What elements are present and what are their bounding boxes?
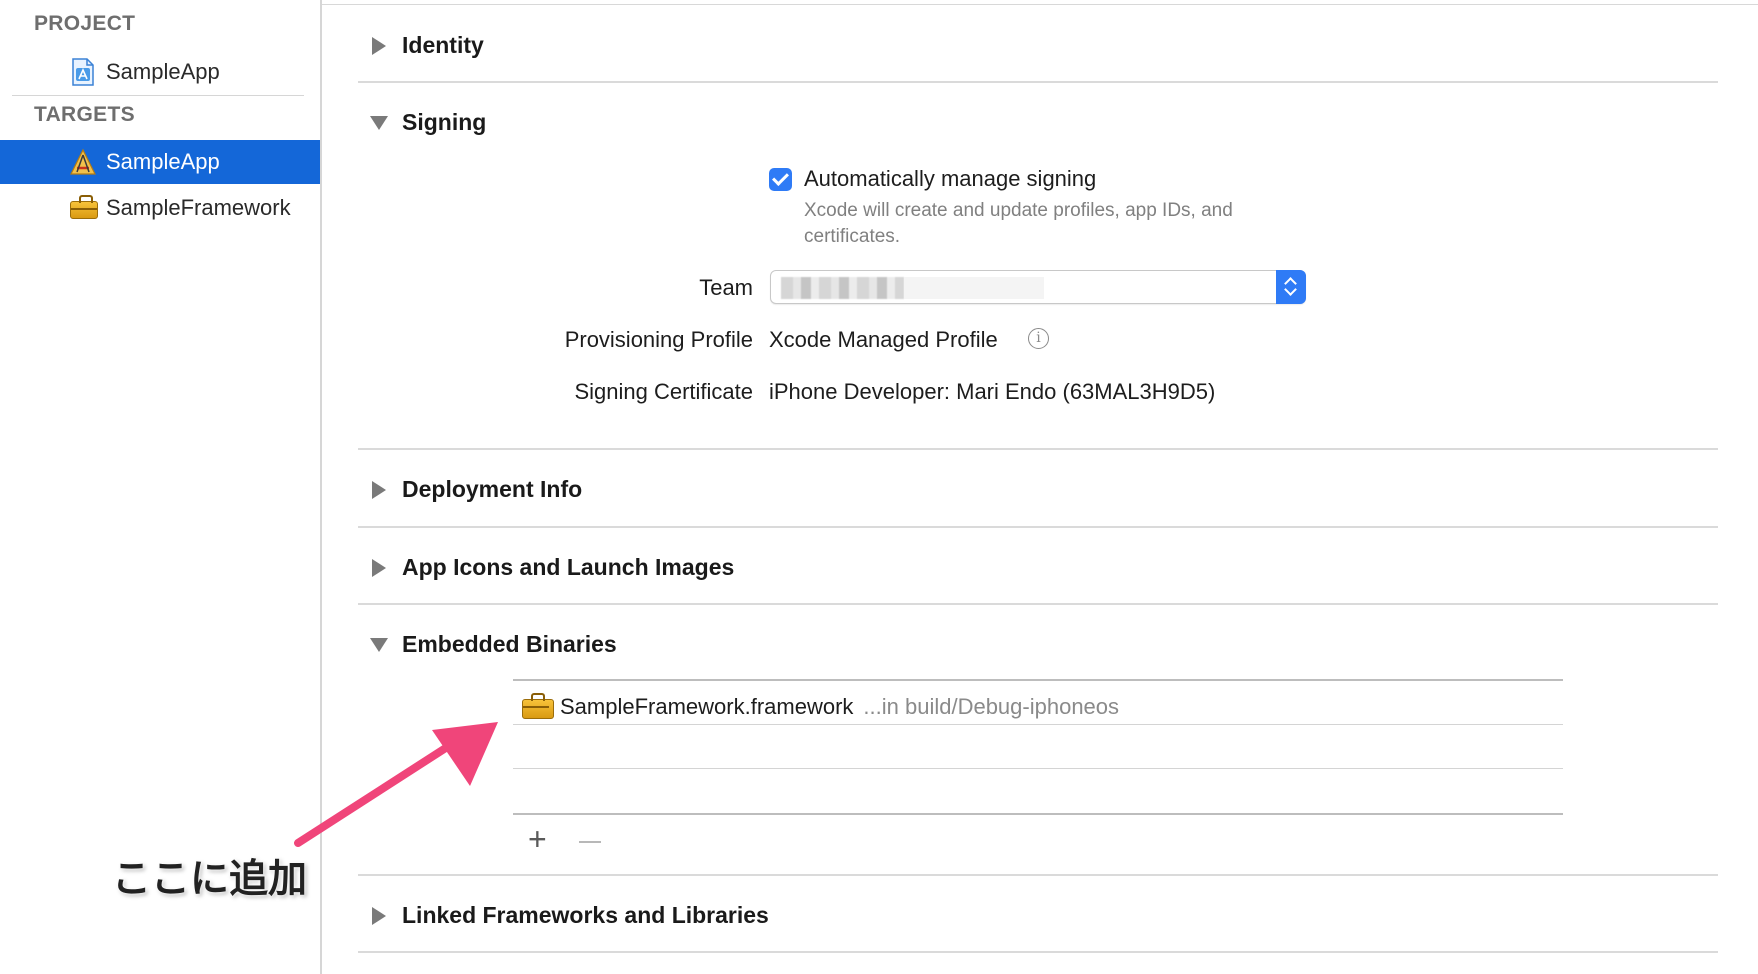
section-signing[interactable]: Signing <box>370 109 486 136</box>
sidebar-item-target-sampleframework[interactable]: SampleFramework <box>0 186 320 230</box>
section-divider <box>358 874 1718 876</box>
annotation-label: ここに追加 <box>112 857 308 902</box>
section-title: Linked Frameworks and Libraries <box>402 902 769 928</box>
sidebar-item-label: SampleFramework <box>106 195 291 220</box>
table-border <box>513 813 1563 815</box>
auto-manage-signing-checkbox[interactable] <box>769 168 792 191</box>
disclosure-triangle-icon[interactable] <box>370 480 402 500</box>
section-title: Embedded Binaries <box>402 631 617 657</box>
section-title: Identity <box>402 32 484 58</box>
section-identity[interactable]: Identity <box>370 32 484 59</box>
sidebar-item-target-sampleapp[interactable]: SampleApp <box>0 140 320 184</box>
auto-manage-signing-label[interactable]: Automatically manage signing <box>804 166 1096 192</box>
info-icon[interactable]: i <box>1028 328 1049 349</box>
project-navigator-sidebar: PROJECT SampleApp TARGETS SampleApp Samp… <box>0 0 322 974</box>
section-divider <box>358 603 1718 605</box>
table-border <box>513 679 1563 681</box>
section-divider <box>358 448 1718 450</box>
disclosure-triangle-icon[interactable] <box>370 113 402 133</box>
framework-name: SampleFramework.framework <box>560 694 854 719</box>
popup-chevron-icon[interactable] <box>1276 270 1306 304</box>
table-row[interactable]: SampleFramework.framework ...in build/De… <box>522 693 1119 721</box>
section-embedded-binaries[interactable]: Embedded Binaries <box>370 631 617 658</box>
team-popup-button[interactable] <box>770 270 1306 304</box>
sidebar-item-label: SampleApp <box>106 149 220 174</box>
section-title: Signing <box>402 109 487 135</box>
section-title: Deployment Info <box>402 476 583 502</box>
section-divider <box>358 951 1718 953</box>
table-row-divider <box>513 768 1563 769</box>
section-divider <box>358 526 1718 528</box>
framework-path: ...in build/Debug-iphoneos <box>863 694 1120 719</box>
app-target-icon <box>68 147 98 177</box>
section-linked-frameworks[interactable]: Linked Frameworks and Libraries <box>370 902 769 929</box>
section-title: App Icons and Launch Images <box>402 554 735 580</box>
toolbox-icon <box>522 693 554 721</box>
section-app-icons[interactable]: App Icons and Launch Images <box>370 554 734 581</box>
disclosure-triangle-icon[interactable] <box>370 36 402 56</box>
disclosure-triangle-icon[interactable] <box>370 635 402 655</box>
targets-section-header: TARGETS <box>34 103 135 126</box>
app-project-icon <box>68 57 98 87</box>
team-value-redacted <box>781 277 904 299</box>
signing-certificate-label: Signing Certificate <box>574 379 753 404</box>
provisioning-profile-label: Provisioning Profile <box>564 327 753 352</box>
section-deployment-info[interactable]: Deployment Info <box>370 476 582 503</box>
table-row-divider <box>513 724 1563 725</box>
add-button[interactable]: + <box>528 823 547 855</box>
sidebar-item-project[interactable]: SampleApp <box>0 50 320 94</box>
section-divider <box>358 81 1718 83</box>
remove-button[interactable] <box>579 841 601 843</box>
toolbox-icon <box>68 193 98 223</box>
signing-certificate-value: iPhone Developer: Mari Endo (63MAL3H9D5) <box>769 379 1216 404</box>
sidebar-divider <box>12 95 304 96</box>
team-label: Team <box>699 275 753 300</box>
project-section-header: PROJECT <box>34 12 136 35</box>
disclosure-triangle-icon[interactable] <box>370 558 402 578</box>
top-border <box>322 4 1758 5</box>
sidebar-item-label: SampleApp <box>106 59 220 84</box>
disclosure-triangle-icon[interactable] <box>370 906 402 926</box>
provisioning-profile-value: Xcode Managed Profile <box>769 327 998 352</box>
auto-manage-signing-description: Xcode will create and update profiles, a… <box>804 200 1233 247</box>
